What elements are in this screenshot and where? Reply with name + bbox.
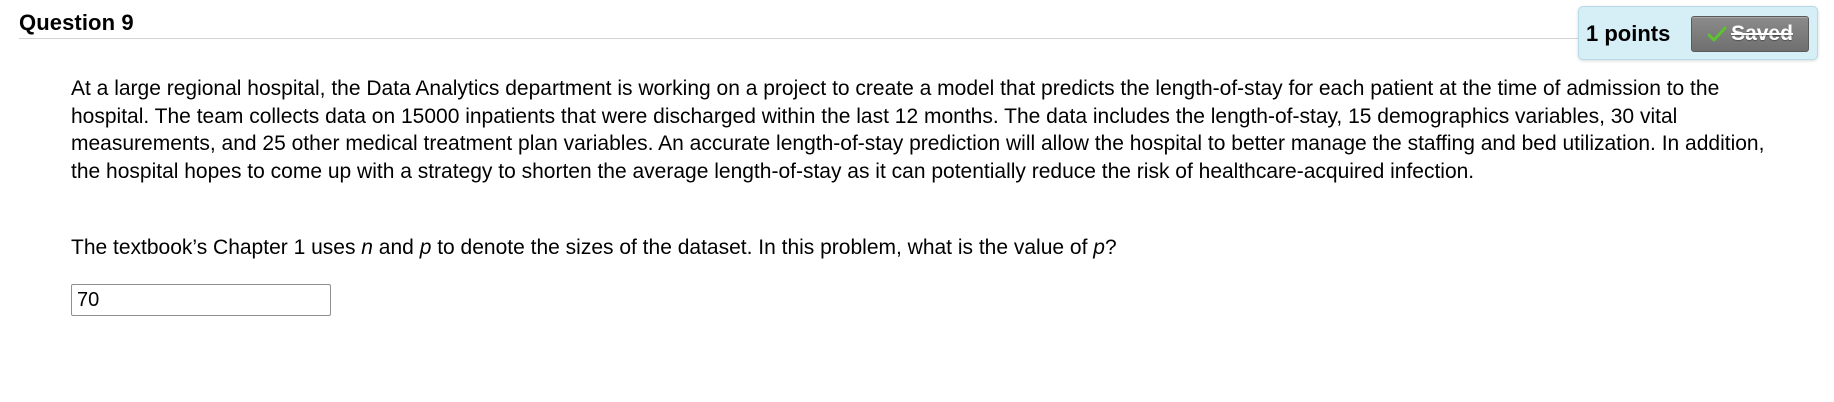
prompt-text: ? [1104,236,1117,259]
question-text: At a large regional hospital, the Data A… [71,77,1765,183]
prompt-text: and [372,236,420,259]
question-title: Question 9 [19,10,134,35]
question-header: Question 9 [19,9,1814,39]
question-page: Question 9 1 points Saved At a large reg… [0,0,1834,402]
saved-button[interactable]: Saved [1691,16,1809,52]
points-label: 1 points [1586,21,1671,46]
question-prompt: The textbook’s Chapter 1 uses n and p to… [71,234,1117,261]
saved-label: Saved [1731,22,1793,45]
answer-input[interactable] [71,284,331,316]
variable-p: p [1093,236,1105,259]
question-body: At a large regional hospital, the Data A… [71,75,1791,185]
check-icon [1707,26,1727,42]
prompt-text: to denote the sizes of the dataset. In t… [431,236,1094,259]
variable-n: n [361,236,373,259]
prompt-text: The textbook’s Chapter 1 uses [71,236,362,259]
variable-p: p [419,236,432,259]
points-panel: 1 points Saved [1578,6,1818,60]
